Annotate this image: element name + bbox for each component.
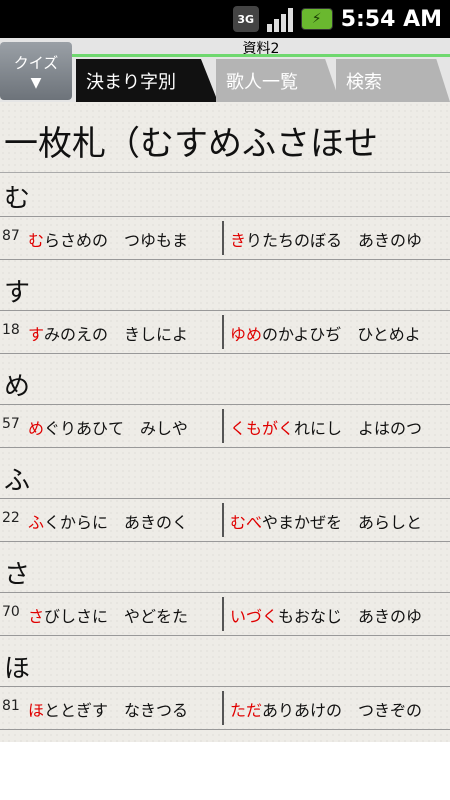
- poem-number: 18: [2, 322, 20, 338]
- lower-phrase: いづくもおなじ あきのゆ: [230, 607, 423, 626]
- status-bar: 3G ⚡ 5:54 AM: [0, 0, 450, 38]
- lower-phrase: きりたちのぼる あきのゆ: [230, 231, 423, 250]
- poem-number: 22: [2, 510, 20, 526]
- quiz-menu-button[interactable]: クイズ ▼: [0, 42, 72, 100]
- poem-number: 57: [2, 416, 20, 432]
- tab-kimariji[interactable]: 決まり字別: [76, 59, 218, 102]
- tab-label: 決まり字別: [86, 71, 176, 93]
- tab-poet-list[interactable]: 歌人一覧: [216, 59, 340, 102]
- group-heading: ふ: [0, 456, 450, 498]
- group-heading-text: め: [4, 372, 31, 402]
- app-header: クイズ ▼ 資料2 決まり字別 歌人一覧 検索: [0, 38, 450, 102]
- group-ho: ほ 81 ほととぎす なきつる ただありあけの つきぞの: [0, 644, 450, 738]
- group-heading: む: [0, 174, 450, 216]
- signal-strength-icon: [266, 6, 293, 32]
- cell-divider: [222, 221, 224, 255]
- poem-number: 70: [2, 604, 20, 620]
- bottom-blank-area: [0, 742, 450, 800]
- chevron-down-icon: ▼: [30, 74, 42, 91]
- poem-row[interactable]: 22 ふくからに あきのく むべやまかぜを あらしと: [0, 498, 450, 542]
- poem-row[interactable]: 57 めぐりあひて みしや くもがくれにし よはのつ: [0, 404, 450, 448]
- title-divider: [0, 172, 450, 173]
- page-title: 一枚札（むすめふさほせ: [4, 124, 378, 164]
- group-heading: ほ: [0, 644, 450, 686]
- cell-divider: [222, 597, 224, 631]
- poem-row[interactable]: 87 むらさめの つゆもま きりたちのぼる あきのゆ: [0, 216, 450, 260]
- cell-divider: [222, 503, 224, 537]
- poem-row[interactable]: 70 さびしさに やどをた いづくもおなじ あきのゆ: [0, 592, 450, 636]
- tab-label: 歌人一覧: [226, 71, 298, 93]
- network-3g-icon: 3G: [232, 6, 259, 32]
- lower-phrase: ゆめのかよひぢ ひとめよ: [230, 325, 421, 344]
- tab-search[interactable]: 検索: [336, 59, 450, 102]
- upper-phrase: ふくからに あきのく: [28, 513, 189, 532]
- group-heading: さ: [0, 550, 450, 592]
- group-heading-text: ほ: [4, 654, 31, 684]
- lower-phrase: むべやまかぜを あらしと: [230, 513, 423, 532]
- poem-row[interactable]: 81 ほととぎす なきつる ただありあけの つきぞの: [0, 686, 450, 730]
- lower-phrase: ただありあけの つきぞの: [230, 701, 423, 720]
- upper-phrase: さびしさに やどをた: [28, 607, 189, 626]
- group-me: め 57 めぐりあひて みしや くもがくれにし よはのつ: [0, 362, 450, 456]
- group-sa: さ 70 さびしさに やどをた いづくもおなじ あきのゆ: [0, 550, 450, 644]
- cell-divider: [222, 315, 224, 349]
- cell-divider: [222, 691, 224, 725]
- status-time: 5:54 AM: [340, 6, 442, 32]
- group-heading-text: す: [4, 278, 31, 308]
- tab-label: 検索: [346, 71, 382, 93]
- lower-phrase: くもがくれにし よはのつ: [230, 419, 423, 438]
- cell-divider: [222, 409, 224, 443]
- group-fu: ふ 22 ふくからに あきのく むべやまかぜを あらしと: [0, 456, 450, 550]
- title-underline: [72, 54, 450, 57]
- quiz-label: クイズ: [13, 53, 59, 72]
- poem-number: 87: [2, 228, 20, 244]
- poem-number: 81: [2, 698, 20, 714]
- group-su: す 18 すみのえの きしによ ゆめのかよひぢ ひとめよ: [0, 268, 450, 362]
- status-icons: 3G ⚡ 5:54 AM: [232, 0, 442, 38]
- battery-charging-icon: ⚡: [300, 8, 333, 30]
- upper-phrase: むらさめの つゆもま: [28, 231, 189, 250]
- poem-row[interactable]: 18 すみのえの きしによ ゆめのかよひぢ ひとめよ: [0, 310, 450, 354]
- content-area[interactable]: 一枚札（むすめふさほせ む 87 むらさめの つゆもま きりたちのぼる あきのゆ…: [0, 102, 450, 742]
- upper-phrase: すみのえの きしによ: [28, 325, 189, 344]
- upper-phrase: めぐりあひて みしや: [28, 419, 188, 438]
- group-heading: す: [0, 268, 450, 310]
- group-heading-text: さ: [4, 560, 31, 590]
- group-heading-text: ふ: [4, 466, 31, 496]
- group-heading: め: [0, 362, 450, 404]
- upper-phrase: ほととぎす なきつる: [28, 701, 189, 720]
- group-heading-text: む: [4, 184, 31, 214]
- group-mu: む 87 むらさめの つゆもま きりたちのぼる あきのゆ: [0, 174, 450, 268]
